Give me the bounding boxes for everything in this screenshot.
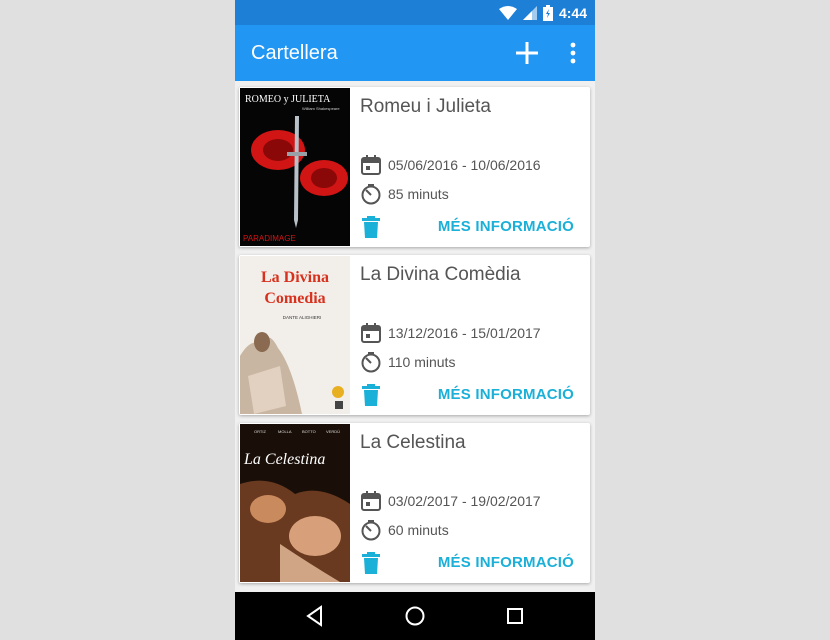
signal-icon — [522, 5, 537, 20]
calendar-icon — [361, 155, 381, 175]
date-row: 03/02/2017 - 19/02/2017 — [360, 490, 541, 512]
nav-bar — [235, 592, 595, 640]
poster-image: La Divina Comedia DANTE ALIGHIERI — [240, 256, 350, 414]
duration-row: 60 minuts — [360, 519, 449, 541]
delete-icon[interactable] — [362, 216, 380, 238]
show-duration: 85 minuts — [388, 186, 449, 202]
poster-title: La Celestina — [243, 451, 325, 468]
show-title: La Divina Comèdia — [360, 264, 521, 285]
date-row: 13/12/2016 - 15/01/2017 — [360, 322, 541, 344]
calendar-icon — [361, 323, 381, 343]
date-row: 05/06/2016 - 10/06/2016 — [360, 154, 541, 176]
more-info-button[interactable]: MÉS INFORMACIÓ — [438, 554, 574, 571]
timer-icon — [361, 352, 381, 373]
timer-icon — [361, 184, 381, 205]
more-vert-icon[interactable] — [561, 39, 585, 67]
add-icon[interactable] — [513, 39, 541, 67]
timer-icon — [361, 520, 381, 541]
show-dates: 13/12/2016 - 15/01/2017 — [388, 325, 541, 341]
poster-author: William Shakespeare — [302, 106, 340, 111]
more-info-button[interactable]: MÉS INFORMACIÓ — [438, 386, 574, 403]
poster-author: DANTE ALIGHIERI — [283, 315, 322, 320]
battery-icon — [542, 4, 553, 21]
show-title: Romeu i Julieta — [360, 96, 491, 117]
delete-icon[interactable] — [362, 384, 380, 406]
poster-footer: PARADIMAGE — [243, 234, 296, 243]
poster-image: ORTIZ MOLLA BOTTO VERDÚ La Celestina — [240, 424, 350, 582]
poster-image: ROMEO y JULIETA William Shakespeare PARA… — [240, 88, 350, 246]
show-duration: 60 minuts — [388, 522, 449, 538]
poster-title: ROMEO y JULIETA — [245, 94, 331, 105]
app-bar: Cartellera — [235, 25, 595, 81]
show-dates: 03/02/2017 - 19/02/2017 — [388, 493, 541, 509]
poster-title-line2: Comedia — [264, 290, 325, 307]
duration-row: 85 minuts — [360, 183, 449, 205]
show-dates: 05/06/2016 - 10/06/2016 — [388, 157, 541, 173]
poster-title-line1: La Divina — [261, 269, 329, 286]
recents-icon[interactable] — [503, 604, 527, 628]
app-title: Cartellera — [251, 42, 338, 64]
poster-cast-2: MOLLA — [278, 429, 292, 434]
poster-cast-1: ORTIZ — [254, 429, 266, 434]
calendar-icon — [361, 491, 381, 511]
poster-cast-4: VERDÚ — [326, 429, 340, 434]
home-icon[interactable] — [403, 604, 427, 628]
wifi-icon — [498, 5, 517, 20]
status-time: 4:44 — [558, 4, 587, 21]
delete-icon[interactable] — [362, 552, 380, 574]
show-duration: 110 minuts — [388, 354, 456, 370]
duration-row: 110 minuts — [360, 351, 455, 373]
show-card: ROMEO y JULIETA William Shakespeare PARA… — [239, 87, 590, 247]
show-card: La Divina Comedia DANTE ALIGHIERI La Div… — [239, 255, 590, 415]
poster-cast-3: BOTTO — [302, 429, 316, 434]
status-bar: 4:44 — [235, 0, 595, 25]
back-icon[interactable] — [303, 604, 327, 628]
show-card: ORTIZ MOLLA BOTTO VERDÚ La Celestina La … — [239, 423, 590, 583]
phone-screen: 4:44 Cartellera ROMEO y JULIETA William … — [235, 0, 595, 640]
show-title: La Celestina — [360, 432, 466, 453]
more-info-button[interactable]: MÉS INFORMACIÓ — [438, 218, 574, 235]
